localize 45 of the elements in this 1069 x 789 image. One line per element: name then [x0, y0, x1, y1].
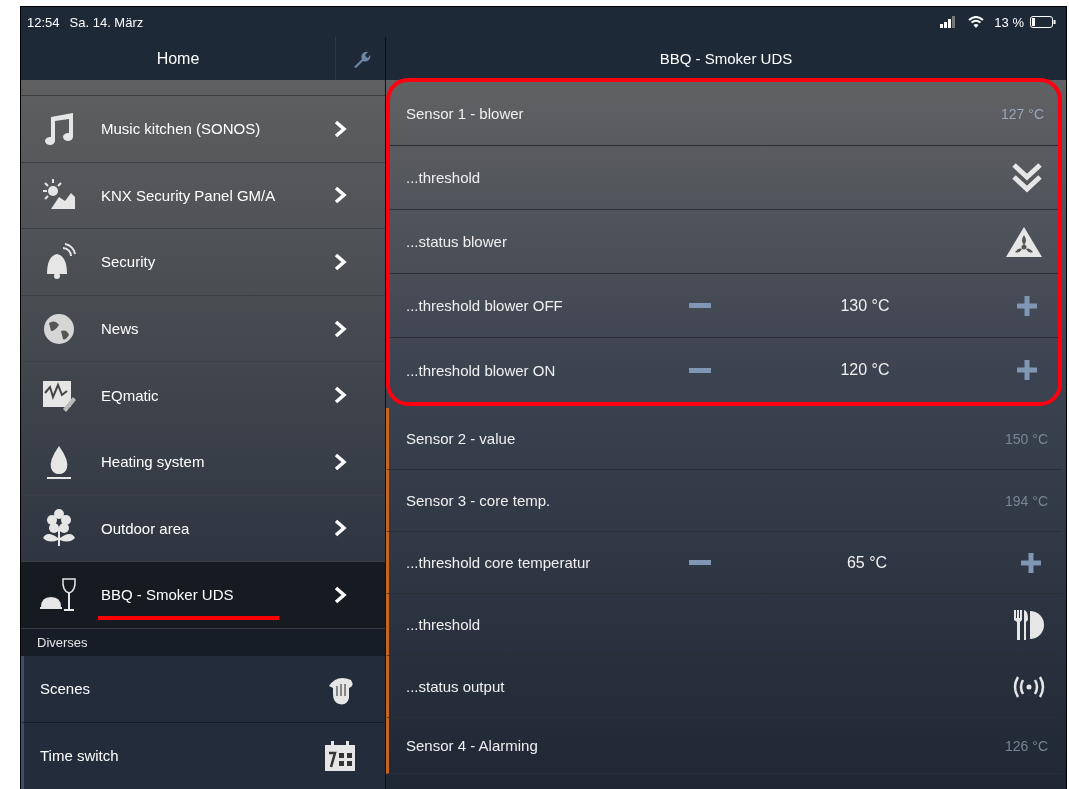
row-reading: 150 °C — [1005, 430, 1048, 447]
double-chevron-down-icon — [1010, 160, 1044, 195]
row-reading: 126 °C — [1005, 737, 1048, 754]
chevron-right-icon — [333, 185, 347, 206]
sidebar-item[interactable]: News — [21, 295, 385, 363]
row-reading: 194 °C — [1005, 492, 1048, 509]
sidebar-item[interactable]: Heating system — [21, 428, 385, 496]
calendar-icon — [323, 738, 357, 773]
sidebar-item[interactable]: Scenes — [21, 655, 385, 723]
sidebar-item[interactable]: KNX Security Panel GM/A — [21, 162, 385, 230]
panel-title: Home — [155, 48, 201, 69]
battery-percent: 13 % — [994, 14, 1024, 30]
row-label: ...status output — [406, 678, 506, 695]
sidebar-item[interactable]: BBQ - Smoker UDS — [21, 562, 385, 629]
sidebar-item[interactable]: Security — [21, 229, 385, 296]
sidebar-item[interactable]: Time switch — [21, 722, 385, 789]
sidebar-item[interactable]: Music kitchen (SONOS) — [21, 96, 385, 163]
chevron-right-icon — [333, 318, 347, 339]
chevron-right-icon — [333, 252, 347, 272]
row-label: Sensor 2 - value — [406, 430, 517, 447]
row-reading: 127 °C — [1001, 105, 1044, 122]
chevron-right-icon — [333, 584, 347, 605]
status-time: 12:54 — [27, 14, 60, 30]
wifi-icon — [968, 16, 985, 28]
section-header: Diverses — [21, 628, 385, 656]
chevron-right-icon — [333, 118, 347, 139]
chevron-right-icon — [333, 451, 347, 472]
row-label: ...threshold — [406, 169, 482, 186]
row-label: ...threshold blower ON — [406, 361, 557, 379]
row-label: Sensor 1 - blower — [406, 105, 525, 122]
sidebar-item[interactable]: EQmatic — [21, 362, 385, 429]
setpoint-value: 120 °C — [839, 361, 891, 379]
setpoint-value: 65 °C — [845, 553, 889, 572]
row-label: Sensor 4 - Alarming — [406, 737, 539, 754]
status-date: Sa. 14. März — [69, 14, 144, 30]
chevron-right-icon — [333, 385, 347, 406]
row-label: ...threshold core temperatur — [406, 554, 592, 571]
row-label: ...threshold blower OFF — [406, 297, 564, 314]
panel-title: BBQ - Smoker UDS — [659, 50, 793, 67]
row-label: Sensor 3 - core temp. — [406, 492, 552, 509]
row-label: ...status blower — [406, 233, 508, 250]
row-label: ...threshold — [406, 616, 482, 633]
battery-icon — [1030, 16, 1056, 28]
chevron-right-icon — [333, 518, 347, 539]
setpoint-value: 130 °C — [839, 296, 891, 315]
